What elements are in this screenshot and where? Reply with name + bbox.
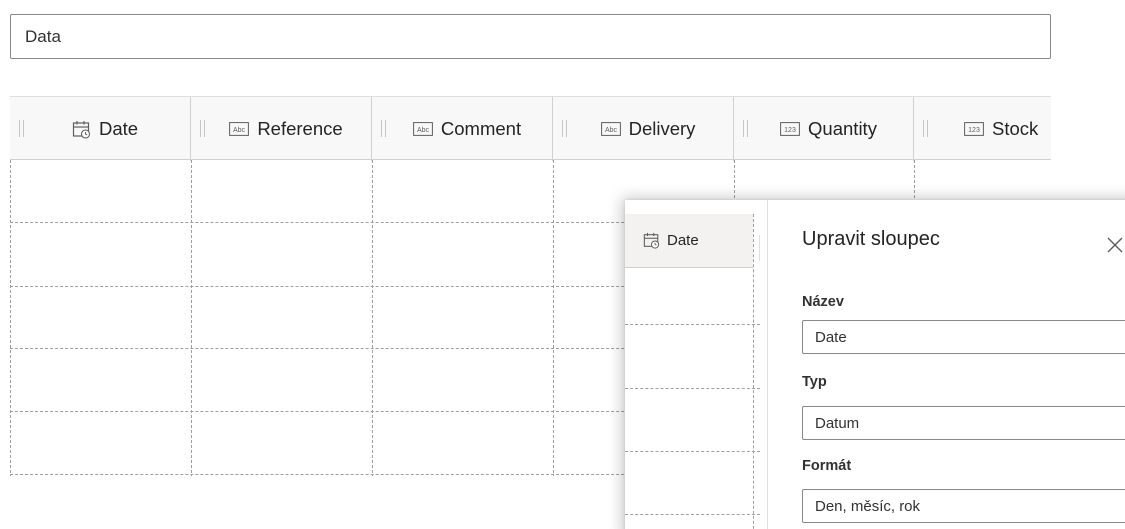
svg-text:123: 123 — [968, 127, 980, 134]
grid-line — [10, 160, 11, 476]
column-name-input[interactable]: Date — [802, 320, 1125, 354]
drag-handle-icon[interactable] — [19, 120, 24, 137]
column-name-value: Date — [815, 328, 847, 346]
grid-line — [191, 160, 192, 476]
column-type-value: Datum — [815, 414, 860, 432]
column-format-dropdown[interactable]: Den, měsíc, rok — [802, 489, 1125, 523]
column-header-quantity[interactable]: 123 Quantity — [734, 97, 914, 161]
grid-line — [625, 514, 760, 515]
svg-text:123: 123 — [784, 127, 796, 134]
selected-column-label: Date — [667, 232, 699, 249]
close-icon[interactable] — [1104, 234, 1125, 256]
column-header-date[interactable]: Date — [10, 97, 191, 161]
column-label: Delivery — [628, 118, 696, 139]
svg-text:Abc: Abc — [417, 127, 430, 134]
drag-handle-icon[interactable] — [381, 120, 386, 137]
text-abc-icon: Abc — [412, 122, 433, 136]
edit-column-panel: Upravit sloupec Název Date Typ Datum For… — [767, 200, 1125, 529]
edit-column-popup: Date Upravit sloupec Název Date Typ Datu… — [625, 200, 1125, 529]
type-label: Typ — [802, 374, 827, 390]
panel-title: Upravit sloupec — [802, 228, 940, 250]
text-abc-icon: Abc — [229, 122, 250, 136]
column-header-delivery[interactable]: Abc Delivery — [553, 97, 734, 161]
format-label: Formát — [802, 458, 852, 474]
column-label: Reference — [257, 118, 343, 139]
text-abc-icon: Abc — [600, 122, 621, 136]
number-123-icon: 123 — [780, 122, 800, 136]
grid-line — [753, 214, 754, 529]
calendar-icon — [643, 232, 660, 249]
column-header-stock[interactable]: 123 Stock — [914, 97, 1051, 161]
column-label: Comment — [440, 118, 522, 139]
grid-line — [372, 160, 373, 476]
grid-line — [625, 451, 760, 452]
drag-handle-icon[interactable] — [923, 120, 928, 137]
table-name-input[interactable]: Data — [10, 14, 1051, 59]
number-123-icon: 123 — [964, 122, 984, 136]
column-format-value: Den, měsíc, rok — [815, 497, 921, 515]
drag-handle-icon[interactable] — [200, 120, 205, 137]
column-label: Stock — [992, 118, 1039, 139]
name-label: Název — [802, 294, 844, 310]
svg-text:Abc: Abc — [605, 127, 618, 134]
grid-line — [625, 388, 760, 389]
drag-handle-icon[interactable] — [562, 120, 567, 137]
selected-column-header[interactable]: Date — [625, 214, 753, 268]
column-type-dropdown[interactable]: Datum — [802, 406, 1125, 440]
grid-header: Date Abc Reference Abc Comment Abc Deliv… — [10, 96, 1051, 161]
column-header-reference[interactable]: Abc Reference — [191, 97, 372, 161]
calendar-icon — [72, 120, 91, 139]
column-header-comment[interactable]: Abc Comment — [372, 97, 553, 161]
grid-line — [553, 160, 554, 476]
table-name-value: Data — [25, 26, 61, 46]
grid-line — [625, 324, 760, 325]
column-label: Quantity — [808, 118, 877, 139]
drag-handle-icon[interactable] — [743, 120, 748, 137]
column-label: Date — [98, 118, 139, 139]
svg-text:Abc: Abc — [233, 127, 246, 134]
